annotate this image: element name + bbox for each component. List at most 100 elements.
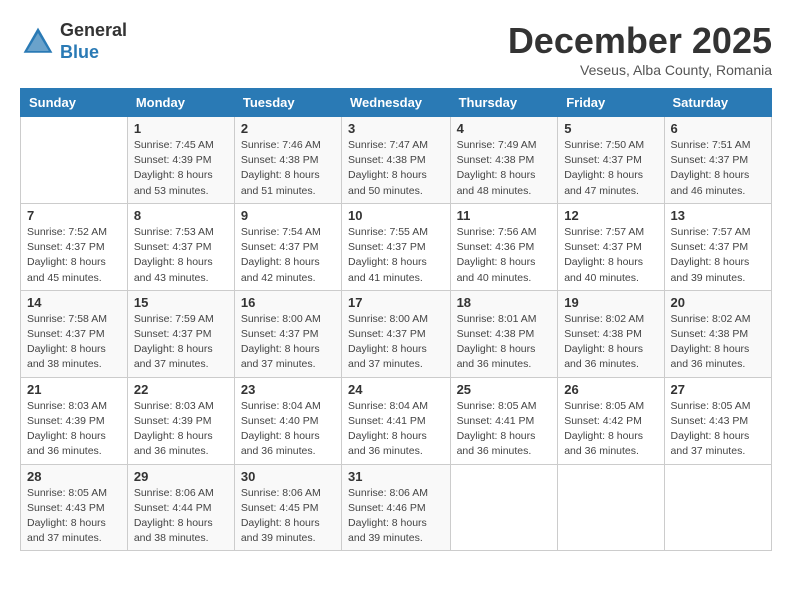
day-number: 19: [564, 295, 657, 310]
day-info: Sunrise: 7:51 AMSunset: 4:37 PMDaylight:…: [671, 138, 765, 199]
col-header-thursday: Thursday: [450, 89, 558, 117]
day-info: Sunrise: 8:01 AMSunset: 4:38 PMDaylight:…: [457, 312, 552, 373]
day-number: 17: [348, 295, 444, 310]
day-number: 18: [457, 295, 552, 310]
day-info: Sunrise: 8:02 AMSunset: 4:38 PMDaylight:…: [564, 312, 657, 373]
day-info: Sunrise: 8:00 AMSunset: 4:37 PMDaylight:…: [348, 312, 444, 373]
day-info: Sunrise: 7:46 AMSunset: 4:38 PMDaylight:…: [241, 138, 335, 199]
calendar-cell: 8 Sunrise: 7:53 AMSunset: 4:37 PMDaylight…: [127, 203, 234, 290]
day-info: Sunrise: 7:49 AMSunset: 4:38 PMDaylight:…: [457, 138, 552, 199]
calendar-week-row: 1 Sunrise: 7:45 AMSunset: 4:39 PMDaylight…: [21, 117, 772, 204]
day-number: 20: [671, 295, 765, 310]
day-info: Sunrise: 7:50 AMSunset: 4:37 PMDaylight:…: [564, 138, 657, 199]
calendar-cell: 16 Sunrise: 8:00 AMSunset: 4:37 PMDayligh…: [234, 290, 341, 377]
col-header-saturday: Saturday: [664, 89, 771, 117]
location-subtitle: Veseus, Alba County, Romania: [508, 62, 772, 78]
day-number: 25: [457, 382, 552, 397]
calendar-cell: 9Sunrise: 7:54 AMSunset: 4:37 PMDaylight…: [234, 203, 341, 290]
logo-icon: [20, 24, 56, 60]
calendar-cell: 5 Sunrise: 7:50 AMSunset: 4:37 PMDaylight…: [558, 117, 664, 204]
calendar-cell: 22 Sunrise: 8:03 AMSunset: 4:39 PMDayligh…: [127, 377, 234, 464]
day-number: 6: [671, 121, 765, 136]
calendar-cell: 12Sunrise: 7:57 AMSunset: 4:37 PMDayligh…: [558, 203, 664, 290]
day-number: 4: [457, 121, 552, 136]
calendar-cell: 23 Sunrise: 8:04 AMSunset: 4:40 PMDayligh…: [234, 377, 341, 464]
calendar-cell: 28Sunrise: 8:05 AMSunset: 4:43 PMDayligh…: [21, 464, 128, 551]
day-info: Sunrise: 7:47 AMSunset: 4:38 PMDaylight:…: [348, 138, 444, 199]
day-number: 11: [457, 208, 552, 223]
day-number: 3: [348, 121, 444, 136]
day-number: 7: [27, 208, 121, 223]
day-number: 26: [564, 382, 657, 397]
calendar-cell: 26 Sunrise: 8:05 AMSunset: 4:42 PMDayligh…: [558, 377, 664, 464]
day-info: Sunrise: 8:03 AMSunset: 4:39 PMDaylight:…: [27, 399, 121, 460]
day-info: Sunrise: 7:53 AMSunset: 4:37 PMDaylight:…: [134, 225, 228, 286]
calendar-cell: 20 Sunrise: 8:02 AMSunset: 4:38 PMDayligh…: [664, 290, 771, 377]
calendar-cell: 1 Sunrise: 7:45 AMSunset: 4:39 PMDaylight…: [127, 117, 234, 204]
logo-general-text: General: [60, 20, 127, 40]
day-number: 28: [27, 469, 121, 484]
day-info: Sunrise: 7:59 AMSunset: 4:37 PMDaylight:…: [134, 312, 228, 373]
calendar-cell: 7 Sunrise: 7:52 AMSunset: 4:37 PMDaylight…: [21, 203, 128, 290]
day-number: 9: [241, 208, 335, 223]
day-info: Sunrise: 8:06 AMSunset: 4:46 PMDaylight:…: [348, 486, 444, 547]
calendar-week-row: 14Sunrise: 7:58 AMSunset: 4:37 PMDayligh…: [21, 290, 772, 377]
calendar-cell: 17 Sunrise: 8:00 AMSunset: 4:37 PMDayligh…: [342, 290, 451, 377]
calendar-week-row: 21 Sunrise: 8:03 AMSunset: 4:39 PMDayligh…: [21, 377, 772, 464]
day-number: 8: [134, 208, 228, 223]
day-number: 21: [27, 382, 121, 397]
day-info: Sunrise: 7:57 AMSunset: 4:37 PMDaylight:…: [671, 225, 765, 286]
calendar-cell: 27 Sunrise: 8:05 AMSunset: 4:43 PMDayligh…: [664, 377, 771, 464]
day-number: 15: [134, 295, 228, 310]
calendar-cell: [450, 464, 558, 551]
day-info: Sunrise: 8:06 AMSunset: 4:44 PMDaylight:…: [134, 486, 228, 547]
day-info: Sunrise: 8:02 AMSunset: 4:38 PMDaylight:…: [671, 312, 765, 373]
day-number: 1: [134, 121, 228, 136]
day-info: Sunrise: 8:03 AMSunset: 4:39 PMDaylight:…: [134, 399, 228, 460]
calendar-cell: [664, 464, 771, 551]
day-number: 22: [134, 382, 228, 397]
calendar-cell: [558, 464, 664, 551]
day-number: 5: [564, 121, 657, 136]
day-info: Sunrise: 8:05 AMSunset: 4:41 PMDaylight:…: [457, 399, 552, 460]
calendar-cell: 21 Sunrise: 8:03 AMSunset: 4:39 PMDayligh…: [21, 377, 128, 464]
day-info: Sunrise: 8:04 AMSunset: 4:40 PMDaylight:…: [241, 399, 335, 460]
day-number: 16: [241, 295, 335, 310]
day-number: 13: [671, 208, 765, 223]
calendar-header-row: SundayMondayTuesdayWednesdayThursdayFrid…: [21, 89, 772, 117]
day-info: Sunrise: 8:05 AMSunset: 4:42 PMDaylight:…: [564, 399, 657, 460]
day-number: 29: [134, 469, 228, 484]
calendar-cell: 14Sunrise: 7:58 AMSunset: 4:37 PMDayligh…: [21, 290, 128, 377]
day-info: Sunrise: 7:45 AMSunset: 4:39 PMDaylight:…: [134, 138, 228, 199]
day-info: Sunrise: 7:55 AMSunset: 4:37 PMDaylight:…: [348, 225, 444, 286]
day-info: Sunrise: 7:58 AMSunset: 4:37 PMDaylight:…: [27, 312, 121, 373]
calendar-cell: [21, 117, 128, 204]
calendar-cell: 19 Sunrise: 8:02 AMSunset: 4:38 PMDayligh…: [558, 290, 664, 377]
month-title: December 2025: [508, 20, 772, 62]
day-info: Sunrise: 8:04 AMSunset: 4:41 PMDaylight:…: [348, 399, 444, 460]
col-header-wednesday: Wednesday: [342, 89, 451, 117]
col-header-sunday: Sunday: [21, 89, 128, 117]
calendar-cell: 11 Sunrise: 7:56 AMSunset: 4:36 PMDayligh…: [450, 203, 558, 290]
calendar-cell: 2 Sunrise: 7:46 AMSunset: 4:38 PMDaylight…: [234, 117, 341, 204]
logo: General Blue: [20, 20, 127, 63]
day-number: 27: [671, 382, 765, 397]
calendar-table: SundayMondayTuesdayWednesdayThursdayFrid…: [20, 88, 772, 551]
calendar-cell: 13 Sunrise: 7:57 AMSunset: 4:37 PMDayligh…: [664, 203, 771, 290]
col-header-friday: Friday: [558, 89, 664, 117]
day-info: Sunrise: 8:00 AMSunset: 4:37 PMDaylight:…: [241, 312, 335, 373]
day-info: Sunrise: 8:05 AMSunset: 4:43 PMDaylight:…: [671, 399, 765, 460]
day-number: 2: [241, 121, 335, 136]
logo-text: General Blue: [60, 20, 127, 63]
calendar-cell: 6 Sunrise: 7:51 AMSunset: 4:37 PMDaylight…: [664, 117, 771, 204]
day-number: 23: [241, 382, 335, 397]
calendar-cell: 3 Sunrise: 7:47 AMSunset: 4:38 PMDaylight…: [342, 117, 451, 204]
col-header-monday: Monday: [127, 89, 234, 117]
day-info: Sunrise: 7:56 AMSunset: 4:36 PMDaylight:…: [457, 225, 552, 286]
calendar-cell: 30Sunrise: 8:06 AMSunset: 4:45 PMDayligh…: [234, 464, 341, 551]
calendar-cell: 18 Sunrise: 8:01 AMSunset: 4:38 PMDayligh…: [450, 290, 558, 377]
day-info: Sunrise: 7:57 AMSunset: 4:37 PMDaylight:…: [564, 225, 657, 286]
day-info: Sunrise: 7:52 AMSunset: 4:37 PMDaylight:…: [27, 225, 121, 286]
calendar-cell: 15 Sunrise: 7:59 AMSunset: 4:37 PMDayligh…: [127, 290, 234, 377]
day-number: 24: [348, 382, 444, 397]
